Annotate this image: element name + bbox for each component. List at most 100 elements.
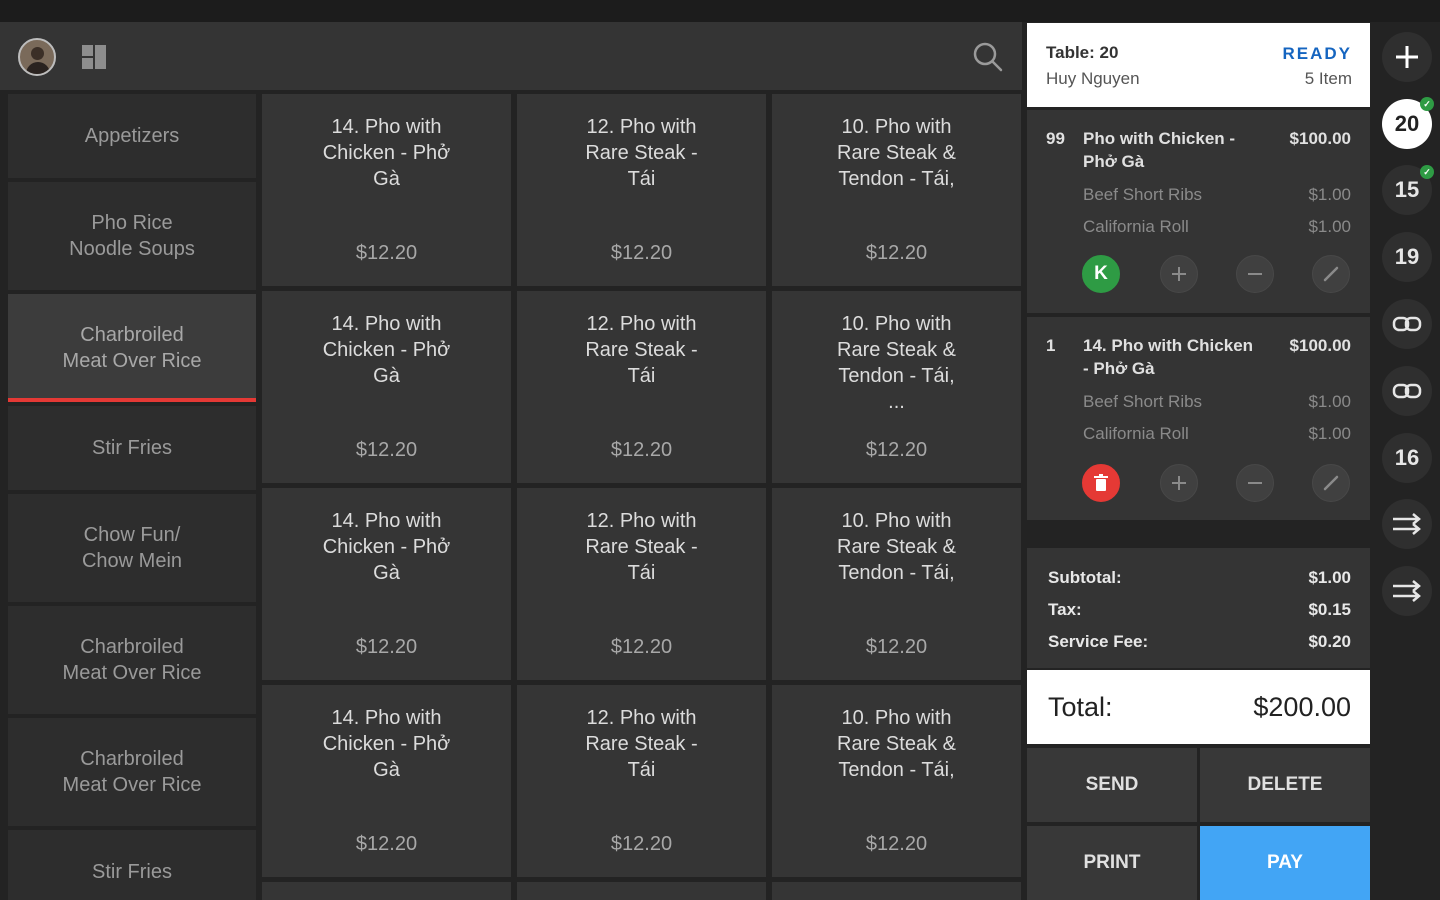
tax-label: Tax: bbox=[1048, 600, 1082, 619]
subtotal-value: $1.00 bbox=[1308, 568, 1351, 587]
item-price: $100.00 bbox=[1289, 336, 1351, 355]
plus-icon bbox=[1172, 267, 1186, 281]
category-item[interactable]: Stir Fries bbox=[8, 406, 256, 490]
service-fee-label: Service Fee: bbox=[1048, 632, 1149, 651]
product-name: 14. Pho with Chicken - Phở Gà bbox=[322, 510, 451, 584]
delete-item-button[interactable] bbox=[1082, 464, 1120, 502]
service-fee-value: $0.20 bbox=[1308, 632, 1351, 651]
category-item[interactable]: Charbroiled Meat Over Rice bbox=[8, 718, 256, 826]
category-item[interactable]: Appetizers bbox=[8, 94, 256, 178]
modifier-price: $1.00 bbox=[1308, 392, 1351, 411]
item-count: 5 Item bbox=[1304, 69, 1352, 88]
modifier-name: Beef Short Ribs bbox=[1083, 185, 1203, 204]
product-tile[interactable]: 14. Pho with Chicken - Phở Gà $12.20 bbox=[262, 488, 511, 680]
modifier-price: $1.00 bbox=[1308, 424, 1351, 443]
table-tab[interactable]: 16 bbox=[1382, 433, 1432, 483]
category-item-active[interactable]: Charbroiled Meat Over Rice bbox=[8, 294, 256, 402]
increase-quantity-button[interactable] bbox=[1160, 255, 1198, 293]
order-item[interactable]: 1 14. Pho with Chicken - Phở Gà $100.00 … bbox=[1027, 317, 1370, 520]
product-tile[interactable]: 12. Pho with Rare Steak - Tái $12.20 bbox=[517, 488, 766, 680]
product-name: 12. Pho with Rare Steak - Tái bbox=[585, 313, 698, 387]
product-tile[interactable]: 10. Pho with Rare Steak & Tendon - Tái, … bbox=[772, 94, 1021, 286]
customer-name: Huy Nguyen bbox=[1046, 69, 1140, 88]
item-quantity: 1 bbox=[1046, 336, 1056, 355]
minus-icon bbox=[1248, 273, 1262, 275]
product-tile[interactable] bbox=[772, 882, 1021, 900]
top-bar bbox=[0, 22, 1022, 90]
add-table-button[interactable] bbox=[1382, 32, 1432, 82]
tax-value: $0.15 bbox=[1308, 600, 1351, 619]
product-price: $12.20 bbox=[610, 242, 673, 264]
transfer-table-button[interactable] bbox=[1382, 566, 1432, 616]
product-tile[interactable] bbox=[517, 882, 766, 900]
table-tab-label: 15 bbox=[1394, 177, 1420, 202]
check-icon: ✓ bbox=[1420, 165, 1434, 179]
transfer-table-button[interactable] bbox=[1382, 499, 1432, 549]
order-total: Total: $200.00 bbox=[1027, 670, 1370, 744]
product-tile[interactable]: 12. Pho with Rare Steak - Tái $12.20 bbox=[517, 291, 766, 483]
delete-button[interactable]: DELETE bbox=[1200, 748, 1370, 822]
product-price: $12.20 bbox=[355, 242, 418, 264]
print-button[interactable]: PRINT bbox=[1027, 826, 1197, 900]
product-price: $12.20 bbox=[610, 636, 673, 658]
product-name: 10. Pho with Rare Steak & Tendon - Tái, bbox=[837, 707, 956, 781]
category-item[interactable]: Chow Fun/ Chow Mein bbox=[8, 494, 256, 602]
product-tile[interactable]: 14. Pho with Chicken - Phở Gà $12.20 bbox=[262, 685, 511, 877]
product-tile[interactable]: 10. Pho with Rare Steak & Tendon - Tái, … bbox=[772, 291, 1021, 483]
product-tile[interactable]: 10. Pho with Rare Steak & Tendon - Tái, … bbox=[772, 488, 1021, 680]
table-tab-label: 19 bbox=[1394, 244, 1420, 269]
subtotal-label: Subtotal: bbox=[1048, 568, 1122, 587]
increase-quantity-button[interactable] bbox=[1160, 464, 1198, 502]
product-name: 14. Pho with Chicken - Phở Gà bbox=[322, 313, 451, 387]
modifier-price: $1.00 bbox=[1308, 217, 1351, 236]
product-name: 12. Pho with Rare Steak - Tái bbox=[585, 510, 698, 584]
product-price: $12.20 bbox=[865, 242, 928, 264]
category-item[interactable]: Pho Rice Noodle Soups bbox=[8, 182, 256, 290]
merge-tables-button[interactable] bbox=[1382, 366, 1432, 416]
link-icon bbox=[1392, 383, 1422, 399]
category-list: Appetizers Pho Rice Noodle Soups Charbro… bbox=[8, 94, 258, 900]
table-tab-label: 20 bbox=[1394, 111, 1420, 136]
product-tile[interactable]: 14. Pho with Chicken - Phở Gà $12.20 bbox=[262, 291, 511, 483]
category-item[interactable]: Charbroiled Meat Over Rice bbox=[8, 606, 256, 714]
pencil-icon bbox=[1323, 266, 1339, 282]
product-price: $12.20 bbox=[355, 833, 418, 855]
modifier-price: $1.00 bbox=[1308, 185, 1351, 204]
decrease-quantity-button[interactable] bbox=[1236, 464, 1274, 502]
pay-button[interactable]: PAY bbox=[1200, 826, 1370, 900]
product-price: $12.20 bbox=[865, 833, 928, 855]
search-icon[interactable] bbox=[972, 41, 1004, 73]
product-name: 10. Pho with Rare Steak & Tendon - Tái, bbox=[837, 116, 956, 190]
product-name: 10. Pho with Rare Steak & Tendon - Tái, bbox=[837, 510, 956, 584]
product-tile[interactable] bbox=[262, 882, 511, 900]
product-price: $12.20 bbox=[355, 636, 418, 658]
product-price: $12.20 bbox=[865, 636, 928, 658]
transfer-arrows-icon bbox=[1393, 513, 1421, 535]
item-name: 14. Pho with Chicken - Phở Gà bbox=[1083, 336, 1254, 378]
avatar[interactable] bbox=[18, 38, 56, 76]
product-tile[interactable]: 10. Pho with Rare Steak & Tendon - Tái, … bbox=[772, 685, 1021, 877]
order-item[interactable]: 99 Pho with Chicken - Phở Gà $100.00 Bee… bbox=[1027, 110, 1370, 313]
decrease-quantity-button[interactable] bbox=[1236, 255, 1274, 293]
edit-item-button[interactable] bbox=[1312, 464, 1350, 502]
transfer-arrows-icon bbox=[1393, 580, 1421, 602]
edit-item-button[interactable] bbox=[1312, 255, 1350, 293]
kitchen-status-badge: K bbox=[1082, 255, 1120, 293]
table-tab[interactable]: 19 bbox=[1382, 232, 1432, 282]
modifier-name: Beef Short Ribs bbox=[1083, 392, 1203, 411]
product-price: $12.20 bbox=[865, 439, 928, 461]
grid-icon[interactable] bbox=[82, 45, 108, 69]
product-name: 14. Pho with Chicken - Phở Gà bbox=[322, 116, 451, 190]
category-item[interactable]: Stir Fries bbox=[8, 830, 256, 900]
product-tile[interactable]: 12. Pho with Rare Steak - Tái $12.20 bbox=[517, 94, 766, 286]
product-name: 10. Pho with Rare Steak & Tendon - Tái, … bbox=[837, 313, 956, 413]
order-status-badge: READY bbox=[1282, 44, 1352, 63]
merge-tables-button[interactable] bbox=[1382, 299, 1432, 349]
product-tile[interactable]: 14. Pho with Chicken - Phở Gà $12.20 bbox=[262, 94, 511, 286]
modifier-name: California Roll bbox=[1083, 424, 1189, 443]
product-tile[interactable]: 12. Pho with Rare Steak - Tái $12.20 bbox=[517, 685, 766, 877]
product-price: $12.20 bbox=[610, 833, 673, 855]
plus-icon bbox=[1172, 476, 1186, 490]
product-price: $12.20 bbox=[355, 439, 418, 461]
send-button[interactable]: SEND bbox=[1027, 748, 1197, 822]
